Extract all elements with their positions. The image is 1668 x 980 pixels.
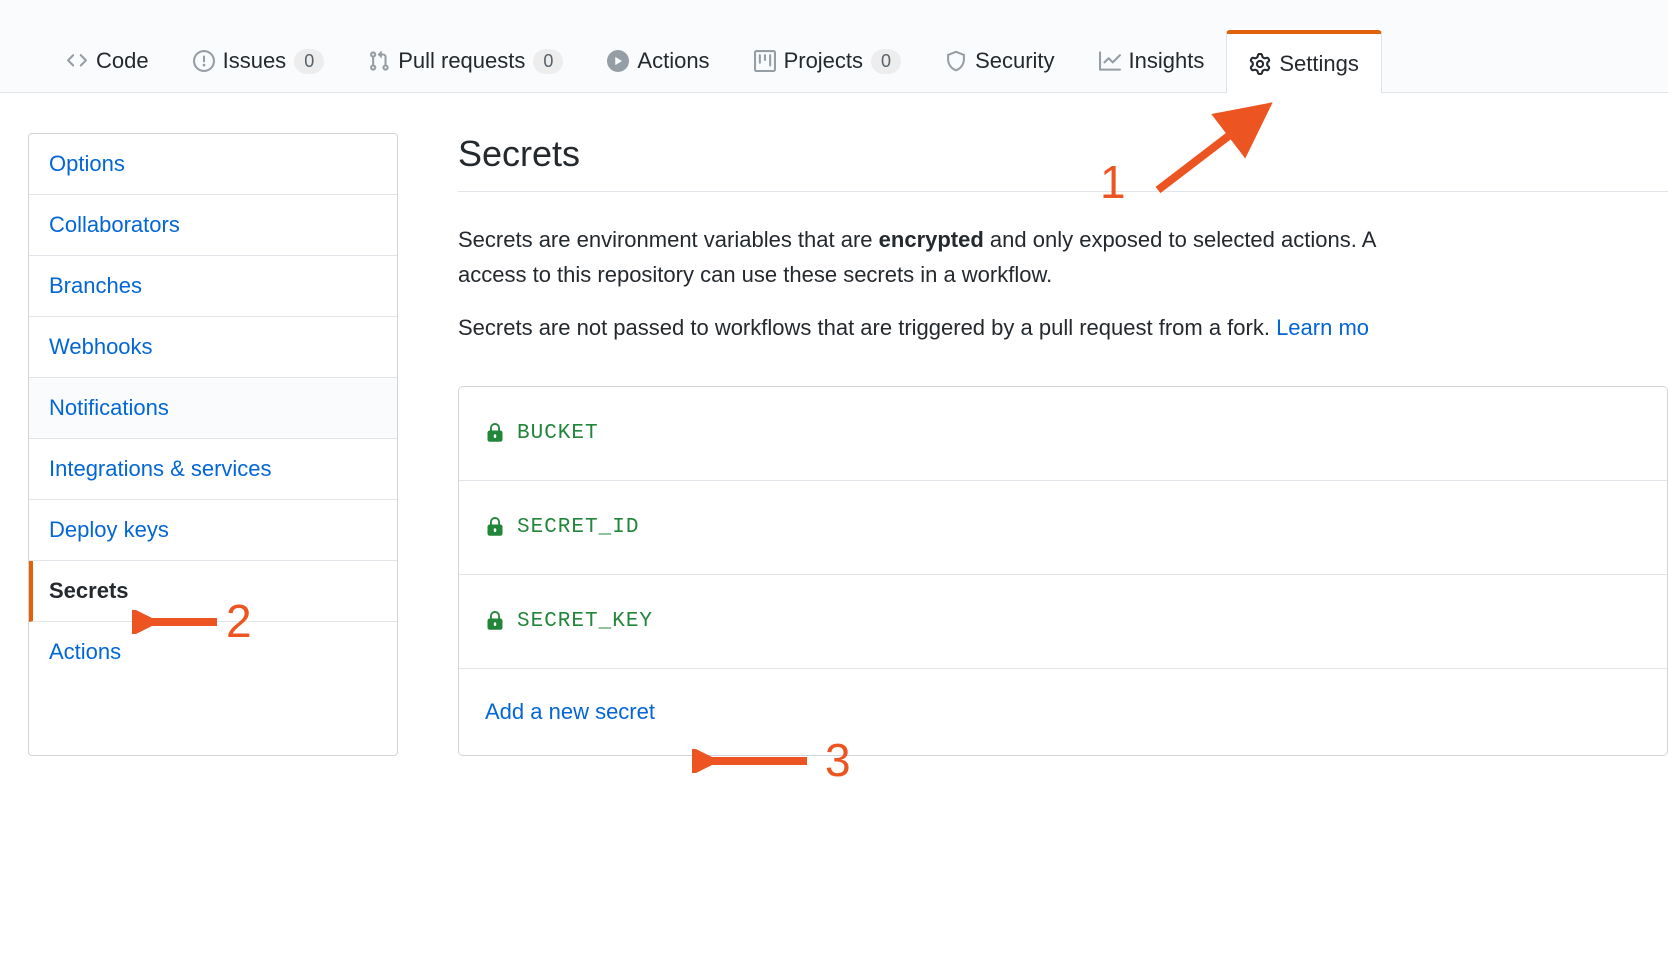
secret-name: BUCKET [517,422,599,445]
sidebar-item-deploy-keys[interactable]: Deploy keys [29,500,397,561]
tab-label: Projects [784,48,863,74]
tab-label: Code [96,48,149,74]
sidebar-item-notifications[interactable]: Notifications [29,378,397,439]
secret-row: SECRET_KEY [459,575,1667,669]
annotation-number-3: 3 [825,733,851,787]
tab-counter: 0 [294,49,324,74]
tab-security[interactable]: Security [923,30,1076,92]
tab-actions[interactable]: Actions [585,30,731,92]
tab-issues[interactable]: Issues 0 [171,30,347,92]
sidebar-item-secrets[interactable]: Secrets [29,561,397,622]
tab-pull-requests[interactable]: Pull requests 0 [346,30,585,92]
code-icon [66,50,88,72]
sidebar-item-webhooks[interactable]: Webhooks [29,317,397,378]
secrets-list: BUCKET SECRET_ID SECRET_KEY Add a new se… [458,386,1668,756]
tab-label: Pull requests [398,48,525,74]
pr-icon [368,50,390,72]
tab-code[interactable]: Code [44,30,171,92]
lock-icon [485,517,505,537]
secret-row: BUCKET [459,387,1667,481]
secrets-description-1: Secrets are environment variables that a… [458,222,1668,292]
secrets-description-2: Secrets are not passed to workflows that… [458,310,1668,345]
tab-label: Actions [637,48,709,74]
tab-label: Insights [1129,48,1205,74]
annotation-number-2: 2 [226,594,252,648]
sidebar-item-collaborators[interactable]: Collaborators [29,195,397,256]
tab-label: Security [975,48,1054,74]
secret-name: SECRET_ID [517,516,639,539]
add-secret-link[interactable]: Add a new secret [485,699,655,724]
shield-icon [945,50,967,72]
tab-projects[interactable]: Projects 0 [732,30,924,92]
sidebar-item-actions[interactable]: Actions [29,622,397,682]
annotation-number-1: 1 [1100,155,1126,209]
tab-label: Issues [223,48,287,74]
tab-counter: 0 [533,49,563,74]
gear-icon [1249,53,1271,75]
add-secret-row: Add a new secret [459,669,1667,755]
secret-row: SECRET_ID [459,481,1667,575]
issue-icon [193,50,215,72]
graph-icon [1099,50,1121,72]
lock-icon [485,611,505,631]
settings-sidebar: Options Collaborators Branches Webhooks … [28,133,398,756]
sidebar-item-integrations[interactable]: Integrations & services [29,439,397,500]
tab-insights[interactable]: Insights [1077,30,1227,92]
sidebar-item-branches[interactable]: Branches [29,256,397,317]
tab-label: Settings [1279,51,1359,77]
page-layout: Options Collaborators Branches Webhooks … [0,93,1668,796]
secret-name: SECRET_KEY [517,610,653,633]
tab-settings[interactable]: Settings [1226,30,1382,93]
play-icon [607,50,629,72]
lock-icon [485,423,505,443]
page-title: Secrets [458,133,1668,175]
main-content: Secrets Secrets are environment variable… [458,133,1668,756]
repo-tabs: Code Issues 0 Pull requests 0 Actions Pr… [0,0,1668,93]
learn-more-link[interactable]: Learn mo [1276,315,1369,340]
sidebar-item-options[interactable]: Options [29,134,397,195]
divider [458,191,1668,192]
project-icon [754,50,776,72]
tab-counter: 0 [871,49,901,74]
